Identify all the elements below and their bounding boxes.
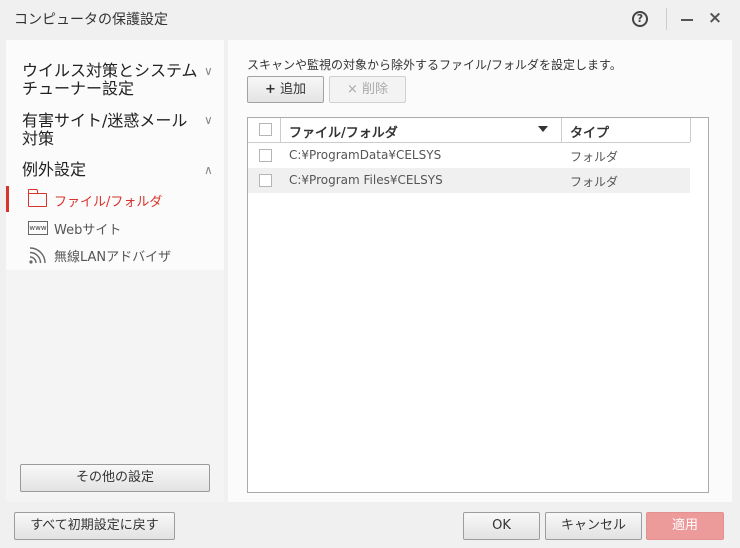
column-divider bbox=[561, 118, 562, 142]
delete-icon: × bbox=[346, 82, 358, 97]
apply-button[interactable]: 適用 bbox=[646, 512, 724, 540]
titlebar-divider bbox=[666, 8, 667, 30]
help-icon[interactable]: ? bbox=[632, 11, 648, 27]
add-button[interactable]: + 追加 bbox=[247, 76, 324, 103]
column-header-type[interactable]: タイプ bbox=[570, 122, 609, 141]
column-divider bbox=[690, 118, 691, 142]
delete-button[interactable]: × 削除 bbox=[329, 76, 406, 103]
cancel-button[interactable]: キャンセル bbox=[545, 512, 642, 540]
chevron-up-icon[interactable]: ∧ bbox=[204, 163, 213, 177]
title-bar: コンピュータの保護設定 ? × bbox=[0, 0, 740, 36]
chevron-down-icon[interactable]: ∨ bbox=[204, 64, 213, 78]
minimize-icon[interactable] bbox=[681, 19, 693, 21]
main-panel: スキャンや監視の対象から除外するファイル/フォルダを設定します。 + 追加 × … bbox=[228, 40, 732, 502]
plus-icon: + bbox=[264, 82, 276, 97]
sidebar-item-label: Webサイト bbox=[54, 223, 122, 238]
row-checkbox[interactable] bbox=[259, 174, 272, 187]
chevron-down-icon[interactable]: ∨ bbox=[204, 113, 213, 127]
sidebar-category-web-mail[interactable]: 有害サイト/迷惑メール対策 bbox=[22, 112, 202, 148]
reset-defaults-button[interactable]: すべて初期設定に戻す bbox=[14, 512, 175, 540]
row-checkbox[interactable] bbox=[259, 149, 272, 162]
sidebar-category-label: 有害サイト/迷惑メール対策 bbox=[22, 111, 188, 148]
active-indicator bbox=[6, 186, 9, 212]
sidebar-item-label: ファイル/フォルダ bbox=[54, 195, 163, 210]
select-all-checkbox[interactable] bbox=[259, 123, 272, 136]
exclusion-table: ファイル/フォルダ タイプ C:¥ProgramData¥CELSYS フォルダ… bbox=[247, 117, 709, 493]
table-row[interactable]: C:¥ProgramData¥CELSYS フォルダ bbox=[248, 143, 690, 168]
sidebar-item-wifi-advisor[interactable]: 無線LANアドバイザ bbox=[28, 245, 218, 265]
window-title: コンピュータの保護設定 bbox=[14, 12, 168, 28]
sidebar-item-files-folders[interactable]: ファイル/フォルダ bbox=[27, 189, 218, 210]
column-divider bbox=[280, 118, 281, 142]
sidebar-category-exceptions[interactable]: 例外設定 bbox=[22, 161, 202, 179]
sidebar-category-antivirus[interactable]: ウイルス対策とシステムチューナー設定 bbox=[22, 62, 202, 98]
add-button-label: 追加 bbox=[280, 82, 307, 97]
row-path: C:¥Program Files¥CELSYS bbox=[289, 173, 443, 187]
sidebar-category-label: ウイルス対策とシステムチューナー設定 bbox=[22, 61, 198, 98]
row-type: フォルダ bbox=[570, 150, 619, 164]
delete-button-label: 削除 bbox=[362, 82, 389, 97]
sort-down-icon[interactable] bbox=[538, 126, 548, 132]
column-header-file-folder[interactable]: ファイル/フォルダ bbox=[289, 122, 398, 141]
sidebar-category-label: 例外設定 bbox=[22, 160, 87, 179]
table-row[interactable]: C:¥Program Files¥CELSYS フォルダ bbox=[248, 168, 690, 193]
sidebar-item-websites[interactable]: www Webサイト bbox=[28, 218, 218, 238]
sidebar-item-label: 無線LANアドバイザ bbox=[54, 250, 172, 265]
ok-button[interactable]: OK bbox=[463, 512, 540, 540]
table-header: ファイル/フォルダ タイプ bbox=[248, 118, 691, 143]
row-type: フォルダ bbox=[570, 175, 619, 189]
other-settings-button[interactable]: その他の設定 bbox=[20, 464, 210, 492]
sidebar: ウイルス対策とシステムチューナー設定 ∨ 有害サイト/迷惑メール対策 ∨ 例外設… bbox=[6, 40, 224, 502]
sidebar-nav: ウイルス対策とシステムチューナー設定 ∨ 有害サイト/迷惑メール対策 ∨ 例外設… bbox=[6, 40, 224, 270]
panel-description: スキャンや監視の対象から除外するファイル/フォルダを設定します。 bbox=[247, 58, 622, 72]
row-path: C:¥ProgramData¥CELSYS bbox=[289, 148, 442, 162]
close-icon[interactable]: × bbox=[706, 9, 724, 27]
